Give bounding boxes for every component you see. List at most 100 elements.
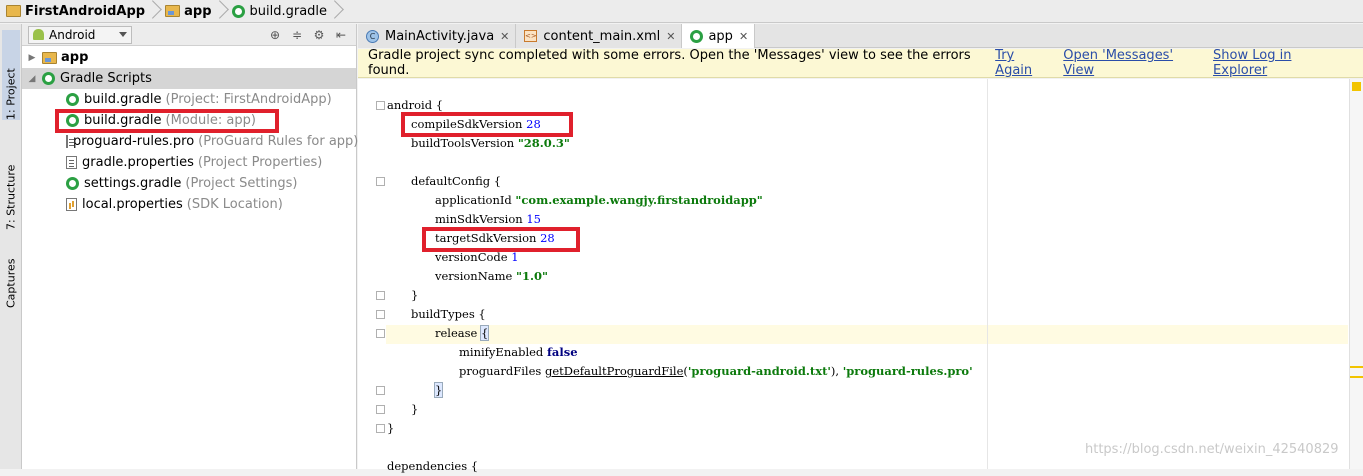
xml-file-icon: <> <box>524 30 538 42</box>
code-line: dependencies { <box>387 459 479 473</box>
code-line: applicationId "com.example.wangjy.firsta… <box>435 193 763 207</box>
editor-gutter <box>358 79 386 469</box>
tree-item-label: build.gradle <box>84 92 162 107</box>
tree-item-hint: (Module: app) <box>165 113 256 128</box>
properties-file-icon <box>66 156 77 169</box>
fold-marker-icon[interactable] <box>376 405 385 414</box>
breadcrumb-module[interactable]: app <box>165 0 231 23</box>
warning-mark[interactable] <box>1350 366 1363 368</box>
code-line: buildTypes { <box>411 307 486 321</box>
tree-item-label: local.properties <box>82 197 183 212</box>
sync-notification: Gradle project sync completed with some … <box>358 48 1363 78</box>
tree-item-gradle-scripts[interactable]: ◢ Gradle Scripts <box>22 68 356 89</box>
gradle-icon <box>690 29 704 43</box>
editor-scrollbar[interactable] <box>1349 79 1363 469</box>
tree-item-label: app <box>61 50 89 65</box>
try-again-link[interactable]: Try Again <box>995 48 1053 78</box>
tree-item-label: Gradle Scripts <box>60 71 152 86</box>
android-icon <box>33 29 44 40</box>
tab-main-activity[interactable]: C MainActivity.java ✕ <box>358 24 517 48</box>
gradle-icon <box>66 177 79 190</box>
hide-panel-icon[interactable]: ⇤ <box>334 28 348 42</box>
fold-marker-icon[interactable] <box>376 310 385 319</box>
tool-tab-structure-label: 7: Structure <box>4 164 18 230</box>
code-editor[interactable]: android { compileSdkVersion 28 buildTool… <box>358 79 1363 473</box>
close-icon[interactable]: ✕ <box>739 30 748 43</box>
warning-mark[interactable] <box>1350 376 1363 378</box>
collapse-all-icon[interactable]: ≑ <box>290 28 304 42</box>
tree-item-build-gradle-module[interactable]: build.gradle (Module: app) <box>22 110 356 131</box>
breadcrumb-project[interactable]: FirstAndroidApp <box>6 0 165 23</box>
tree-item-hint: (Project: FirstAndroidApp) <box>165 92 332 107</box>
code-line: versionName "1.0" <box>435 269 548 283</box>
tool-tab-structure[interactable]: 7: Structure <box>2 140 20 230</box>
notification-message: Gradle project sync completed with some … <box>368 48 971 78</box>
expand-arrow-icon[interactable]: ▶ <box>26 52 38 64</box>
code-line: minSdkVersion 15 <box>435 212 541 226</box>
code-line: } <box>387 421 395 435</box>
show-log-link[interactable]: Show Log in Explorer <box>1213 48 1345 78</box>
navigation-bar: FirstAndroidApp app build.gradle <box>0 0 1363 23</box>
tree-item-hint: (Project Settings) <box>185 176 298 191</box>
code-line: compileSdkVersion 28 <box>411 117 541 131</box>
tool-tab-captures[interactable]: Captures <box>2 238 20 308</box>
tool-tab-captures-label: Captures <box>4 258 18 308</box>
close-icon[interactable]: ✕ <box>666 30 675 43</box>
text-file-icon <box>66 135 74 148</box>
tool-window-strip: 1: Project 7: Structure Captures <box>0 24 22 469</box>
code-line: minifyEnabled false <box>459 345 578 359</box>
fold-marker-icon[interactable] <box>376 177 385 186</box>
module-folder-icon <box>42 51 57 64</box>
fold-marker-icon[interactable] <box>376 291 385 300</box>
breadcrumb-file[interactable]: build.gradle <box>231 0 348 23</box>
breadcrumb-separator-icon <box>216 0 228 23</box>
tree-item-hint: (SDK Location) <box>186 197 283 212</box>
fold-marker-icon[interactable] <box>376 101 385 110</box>
tool-tab-project-label: 1: Project <box>4 68 18 120</box>
fold-marker-icon[interactable] <box>376 424 385 433</box>
tool-tab-project[interactable]: 1: Project <box>2 30 20 120</box>
breadcrumb-file-label: build.gradle <box>249 3 328 19</box>
module-folder-icon <box>165 5 181 17</box>
code-line: proguardFiles getDefaultProguardFile('pr… <box>459 364 973 378</box>
fold-marker-icon[interactable] <box>376 329 385 338</box>
gear-icon[interactable]: ⚙ <box>312 28 326 42</box>
tab-app[interactable]: app ✕ <box>682 24 756 48</box>
tree-item-app[interactable]: ▶ app <box>22 47 356 68</box>
tree-item-label: build.gradle <box>84 113 162 128</box>
breadcrumb-module-label: app <box>184 3 212 19</box>
breadcrumb-separator-icon <box>149 0 161 23</box>
tree-item-label: gradle.properties <box>82 155 194 170</box>
open-messages-link[interactable]: Open 'Messages' View <box>1063 48 1203 78</box>
java-class-icon: C <box>366 29 379 43</box>
project-view-label: Android <box>49 27 96 42</box>
scroll-from-source-icon[interactable]: ⊕ <box>268 28 282 42</box>
right-margin-guide <box>987 79 988 469</box>
tab-label: content_main.xml <box>543 28 661 44</box>
breadcrumb-project-label: FirstAndroidApp <box>25 3 146 19</box>
project-view-select[interactable]: Android <box>28 25 132 44</box>
properties-chart-icon <box>66 198 77 211</box>
code-line: release { <box>435 325 490 341</box>
code-line: defaultConfig { <box>411 174 502 188</box>
tree-item-local-properties[interactable]: local.properties (SDK Location) <box>22 194 356 215</box>
tree-item-build-gradle-project[interactable]: build.gradle (Project: FirstAndroidApp) <box>22 89 356 110</box>
gradle-icon <box>66 93 79 106</box>
code-line: buildToolsVersion "28.0.3" <box>411 136 570 150</box>
code-line: versionCode 1 <box>435 250 519 264</box>
collapse-arrow-icon[interactable]: ◢ <box>26 73 38 85</box>
project-panel: Android ⊕ ≑ ⚙ ⇤ ▶ app ◢ Gradle Scripts b… <box>22 24 358 469</box>
code-line: targetSdkVersion 28 <box>435 231 555 245</box>
close-icon[interactable]: ✕ <box>500 30 509 43</box>
tree-item-gradle-properties[interactable]: gradle.properties (Project Properties) <box>22 152 356 173</box>
warning-stripe-icon[interactable] <box>1352 82 1361 91</box>
gradle-scripts-icon <box>42 72 55 85</box>
tree-item-proguard-rules[interactable]: proguard-rules.pro (ProGuard Rules for a… <box>22 131 358 152</box>
tab-label: MainActivity.java <box>385 28 495 44</box>
current-line-highlight <box>358 325 1348 344</box>
gradle-icon <box>66 114 79 127</box>
tree-item-settings-gradle[interactable]: settings.gradle (Project Settings) <box>22 173 356 194</box>
tab-content-main[interactable]: <> content_main.xml ✕ <box>516 24 683 48</box>
fold-marker-icon[interactable] <box>376 386 385 395</box>
chevron-down-icon <box>119 32 127 37</box>
